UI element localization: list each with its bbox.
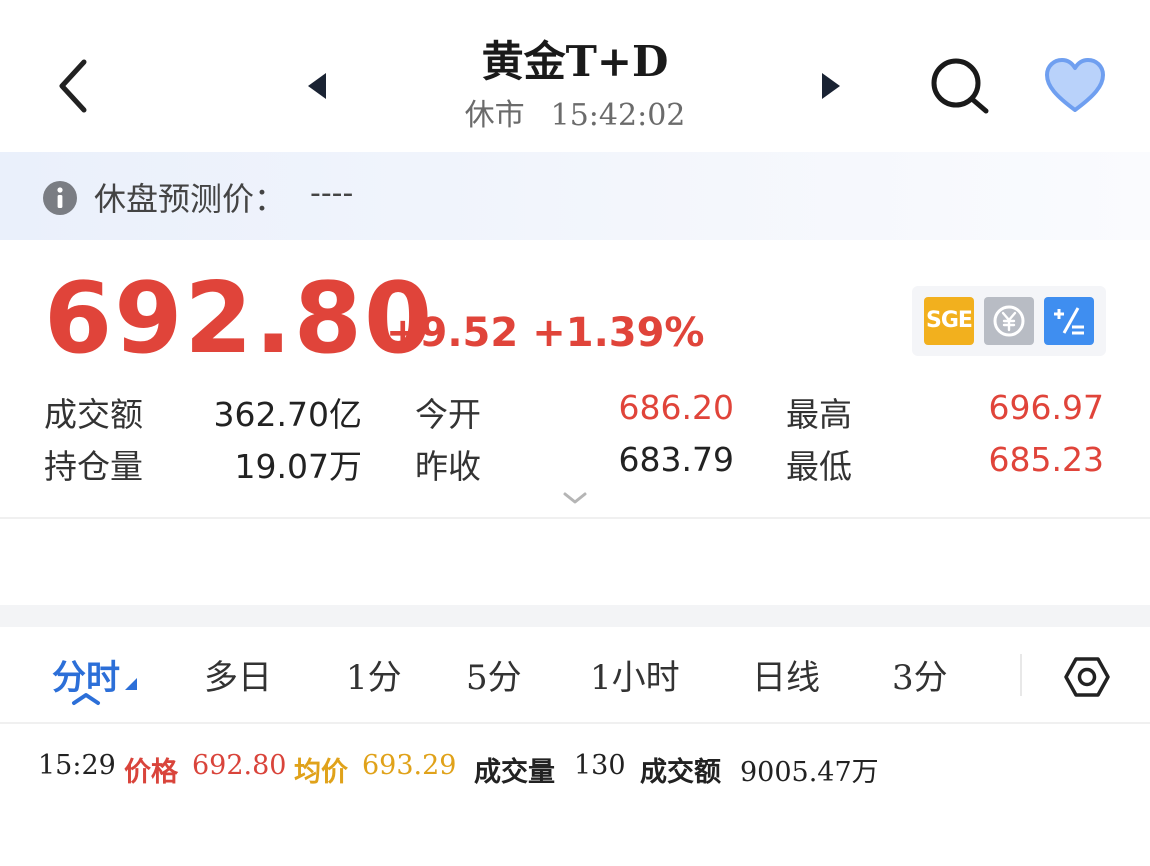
search-button[interactable] bbox=[926, 55, 992, 117]
tab-1min[interactable]: 1分 bbox=[346, 650, 402, 699]
last-price: 692.80 bbox=[44, 262, 435, 376]
back-icon bbox=[59, 59, 87, 113]
prev-arrow-icon bbox=[308, 73, 326, 99]
tab-3min[interactable]: 3分 bbox=[892, 650, 948, 699]
market-status-line: 休市 15:42:02 bbox=[400, 90, 750, 134]
tab-dropdown-caret-icon bbox=[125, 678, 137, 690]
market-time: 15:42:02 bbox=[550, 98, 686, 133]
volume-value: 130 bbox=[574, 750, 626, 781]
chevron-down-icon bbox=[563, 492, 587, 504]
position-value: 19.07万 bbox=[234, 447, 362, 486]
info-icon[interactable] bbox=[42, 180, 78, 216]
expand-stats-button[interactable] bbox=[560, 486, 590, 510]
price-label: 价格 bbox=[124, 757, 178, 788]
search-icon bbox=[931, 58, 989, 114]
favorite-button[interactable] bbox=[1042, 56, 1108, 116]
price-value: 692.80 bbox=[192, 750, 287, 781]
heart-icon bbox=[1045, 58, 1105, 112]
prev-instrument-button[interactable] bbox=[298, 66, 338, 106]
predict-price-value: ---- bbox=[310, 176, 354, 211]
cny-badge[interactable] bbox=[984, 297, 1034, 345]
tab-separator bbox=[1020, 654, 1022, 696]
low-label: 最低 bbox=[786, 447, 852, 486]
amount-label: 成交额 bbox=[640, 757, 721, 788]
tab-multi-day[interactable]: 多日 bbox=[204, 650, 272, 699]
calculator-badge[interactable] bbox=[1044, 297, 1094, 345]
turnover-value: 362.70亿 bbox=[213, 395, 362, 434]
back-button[interactable] bbox=[52, 56, 96, 116]
high-label: 最高 bbox=[786, 395, 852, 434]
next-instrument-button[interactable] bbox=[810, 66, 850, 106]
high-value: 696.97 bbox=[988, 388, 1104, 427]
prev-close-value: 683.79 bbox=[618, 440, 734, 479]
position-label: 持仓量 bbox=[44, 447, 143, 486]
amount-value: 9005.47万 bbox=[740, 757, 879, 788]
page-title: 黄金T+D bbox=[481, 37, 669, 86]
cny-icon bbox=[993, 305, 1025, 337]
change-amount: +9.52 bbox=[386, 310, 519, 356]
settings-hexagon-icon bbox=[1064, 657, 1110, 697]
price-change: +9.52 +1.39% bbox=[386, 310, 705, 356]
change-percent: +1.39% bbox=[532, 310, 705, 356]
open-label: 今开 bbox=[415, 395, 481, 434]
crosshair-time: 15:29 bbox=[38, 750, 116, 781]
open-value: 686.20 bbox=[618, 388, 734, 427]
tab-1hour[interactable]: 1小时 bbox=[590, 650, 680, 699]
turnover-label: 成交额 bbox=[44, 395, 143, 434]
prev-close-label: 昨收 bbox=[415, 447, 481, 486]
chart-settings-button[interactable] bbox=[1064, 654, 1110, 700]
active-tab-indicator bbox=[72, 693, 100, 705]
low-value: 685.23 bbox=[988, 440, 1104, 479]
tab-5min[interactable]: 5分 bbox=[466, 650, 522, 699]
badge-group: SGE bbox=[912, 286, 1106, 356]
tab-daily[interactable]: 日线 bbox=[752, 650, 820, 699]
market-status: 休市 bbox=[464, 98, 525, 133]
avg-price-label: 均价 bbox=[294, 757, 348, 788]
calculator-icon bbox=[1054, 307, 1084, 335]
volume-label: 成交量 bbox=[474, 757, 555, 788]
top-bar: 黄金T+D 休市 15:42:02 bbox=[0, 0, 1150, 152]
sge-badge[interactable]: SGE bbox=[924, 297, 974, 345]
divider bbox=[0, 722, 1150, 724]
avg-price-value: 693.29 bbox=[362, 750, 457, 781]
divider bbox=[0, 517, 1150, 519]
next-arrow-icon bbox=[822, 73, 840, 99]
section-gap bbox=[0, 605, 1150, 627]
predict-price-label: 休盘预测价： bbox=[94, 180, 287, 218]
